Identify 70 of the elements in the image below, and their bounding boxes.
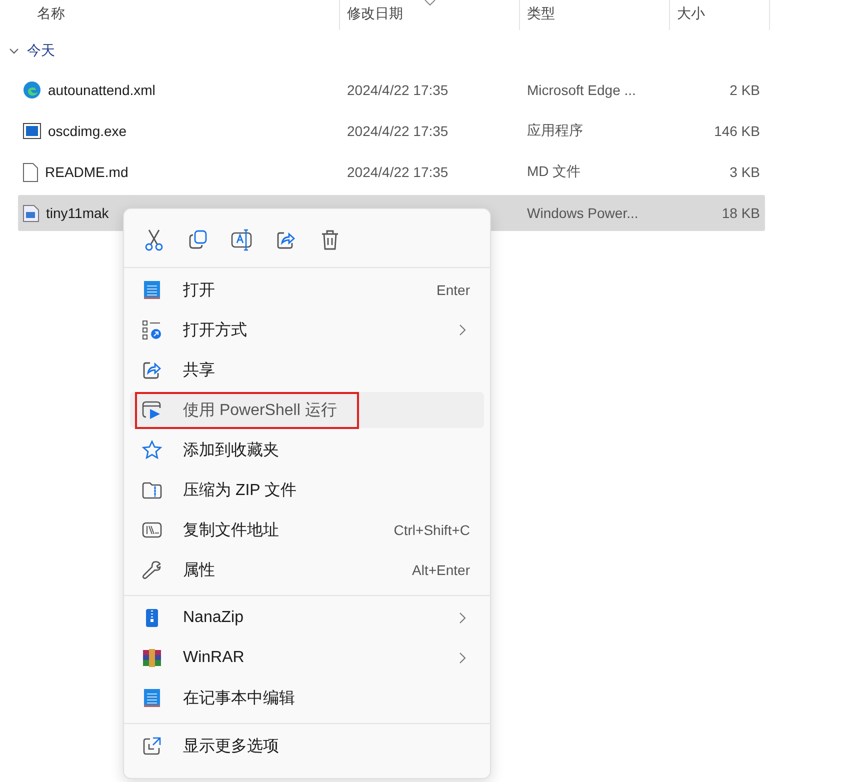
menu-item[interactable]: 复制文件地址 Ctrl+Shift+C xyxy=(130,512,484,548)
type-cell: 应用程序 xyxy=(527,122,583,138)
menu-item-label: 复制文件地址 xyxy=(183,520,279,540)
share-icon xyxy=(142,360,162,380)
column-header[interactable]: 名称 xyxy=(18,0,340,30)
menu-item-label: 显示更多选项 xyxy=(183,736,279,756)
notepad-icon xyxy=(142,280,162,300)
date-cell: 2024/4/22 17:35 xyxy=(347,82,448,98)
script-file-icon xyxy=(23,204,39,222)
file-row[interactable]: autounattend.xml 2024/4/22 17:35 Microsoft Edge ... 2 KB xyxy=(18,72,765,108)
menu-item-label: NanaZip xyxy=(183,609,244,627)
menu-item[interactable]: 打开 Enter xyxy=(130,272,484,308)
zip-folder-icon xyxy=(142,480,162,500)
type-cell: Microsoft Edge ... xyxy=(527,82,636,98)
submenu-chevron-icon xyxy=(459,652,466,664)
size-cell: 2 KB xyxy=(730,82,760,98)
notepad-icon xyxy=(142,688,162,708)
submenu-chevron-icon xyxy=(459,612,466,624)
books-icon xyxy=(142,648,162,668)
menu-item[interactable]: 在记事本中编辑 xyxy=(130,680,484,716)
wrench-icon xyxy=(142,560,162,580)
menu-item[interactable]: NanaZip xyxy=(130,600,484,636)
size-cell: 18 KB xyxy=(722,205,760,221)
document-icon xyxy=(23,162,38,182)
menu-item[interactable]: 打开方式 xyxy=(130,312,484,348)
file-name: oscdimg.exe xyxy=(48,123,127,139)
chevron-icon[interactable] xyxy=(9,46,19,56)
group-label[interactable]: 今天 xyxy=(27,42,55,60)
file-name: README.md xyxy=(45,164,128,180)
date-cell: 2024/4/22 17:35 xyxy=(347,123,448,139)
menu-item-label: 添加到收藏夹 xyxy=(183,440,279,460)
app-window-icon xyxy=(23,123,41,139)
star-icon xyxy=(142,440,162,460)
menu-item-label: 共享 xyxy=(183,360,215,380)
menu-item-label: 打开 xyxy=(183,280,215,300)
column-header[interactable]: 大小 xyxy=(670,0,770,30)
type-cell: Windows Power... xyxy=(527,205,638,221)
sort-caret-icon xyxy=(424,0,436,6)
more-options-icon xyxy=(142,736,162,756)
menu-item-label: 压缩为 ZIP 文件 xyxy=(183,480,296,500)
file-row[interactable]: oscdimg.exe 2024/4/22 17:35 应用程序 146 KB xyxy=(18,113,765,149)
menu-item[interactable]: 添加到收藏夹 xyxy=(130,432,484,468)
file-row[interactable]: README.md 2024/4/22 17:35 MD 文件 3 KB xyxy=(18,154,765,190)
date-cell: 2024/4/22 17:35 xyxy=(347,164,448,180)
submenu-chevron-icon xyxy=(459,324,466,336)
menu-item-label: 属性 xyxy=(183,560,215,580)
menu-item[interactable]: 属性 Alt+Enter xyxy=(130,552,484,588)
size-cell: 3 KB xyxy=(730,164,760,180)
column-header[interactable]: 修改日期 xyxy=(340,0,520,30)
menu-item-label: 在记事本中编辑 xyxy=(183,688,295,708)
menu-item-label: WinRAR xyxy=(183,649,244,667)
menu-item[interactable]: WinRAR xyxy=(130,640,484,676)
shortcut-label: Enter xyxy=(436,282,470,298)
open-with-icon xyxy=(142,320,162,340)
file-name: tiny11mak xyxy=(46,205,109,221)
menu-item[interactable]: 使用 PowerShell 运行 xyxy=(130,392,484,428)
type-cell: MD 文件 xyxy=(527,163,581,179)
column-header[interactable]: 类型 xyxy=(520,0,670,30)
menu-item[interactable]: 压缩为 ZIP 文件 xyxy=(130,472,484,508)
menu-item-label: 打开方式 xyxy=(183,320,247,340)
menu-item[interactable]: 共享 xyxy=(130,352,484,388)
edge-icon xyxy=(23,81,41,99)
size-cell: 146 KB xyxy=(714,123,760,139)
shortcut-label: Ctrl+Shift+C xyxy=(394,522,470,538)
file-name: autounattend.xml xyxy=(48,82,156,98)
menu-item[interactable]: 显示更多选项 xyxy=(130,728,484,764)
menu-item-label: 使用 PowerShell 运行 xyxy=(183,400,337,420)
path-icon xyxy=(142,520,162,540)
shortcut-label: Alt+Enter xyxy=(412,562,470,578)
run-script-icon xyxy=(142,400,162,420)
